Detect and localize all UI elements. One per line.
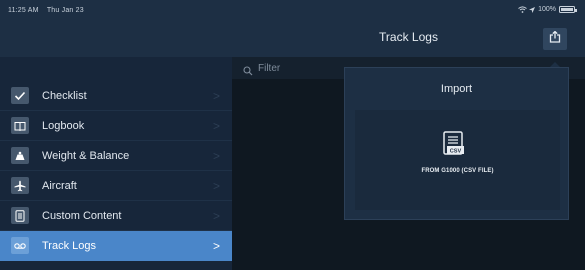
chevron-right-icon: > xyxy=(213,239,221,253)
battery-percent: 100% xyxy=(538,6,556,13)
share-icon xyxy=(549,30,561,48)
csv-file-icon: CSV xyxy=(443,131,465,157)
import-option-label: FROM G1000 (CSV FILE) xyxy=(421,168,494,174)
share-button[interactable] xyxy=(543,28,567,50)
sidebar-item-weight-balance[interactable]: Weight & Balance > xyxy=(0,141,232,171)
screen: 11:25 AM Thu Jan 23 100% Track Logs Chec… xyxy=(0,0,585,270)
sidebar-item-track-logs[interactable]: Track Logs > xyxy=(0,231,232,261)
sidebar-item-logbook[interactable]: Logbook > xyxy=(0,111,232,141)
search-icon xyxy=(243,63,253,81)
status-left: 11:25 AM Thu Jan 23 xyxy=(8,7,84,14)
import-from-g1000-button[interactable]: CSV FROM G1000 (CSV FILE) xyxy=(355,110,560,210)
track-icon xyxy=(11,237,29,254)
status-date: Thu Jan 23 xyxy=(46,7,84,14)
sidebar-item-aircraft[interactable]: Aircraft > xyxy=(0,171,232,201)
sidebar-item-label: Aircraft xyxy=(42,180,77,192)
nav-bar: Track Logs xyxy=(0,20,585,57)
airplane-icon xyxy=(11,177,29,194)
page-title: Track Logs xyxy=(379,30,438,44)
status-bar: 11:25 AM Thu Jan 23 100% xyxy=(0,0,585,20)
status-time: 11:25 AM xyxy=(8,7,39,14)
book-icon xyxy=(11,117,29,134)
document-icon xyxy=(11,207,29,224)
sidebar: Checklist > Logbook > Weight & Balance > xyxy=(0,57,232,270)
sidebar-item-label: Track Logs xyxy=(42,240,97,252)
chevron-right-icon: > xyxy=(213,89,221,103)
popover-title: Import xyxy=(440,82,473,95)
sidebar-item-label: Checklist xyxy=(42,90,87,102)
chevron-right-icon: > xyxy=(213,119,221,133)
chevron-right-icon: > xyxy=(213,209,221,223)
battery-icon xyxy=(559,6,577,13)
chevron-right-icon: > xyxy=(213,179,221,193)
checkmark-icon xyxy=(11,87,29,104)
wifi-icon xyxy=(518,6,527,13)
sidebar-item-label: Logbook xyxy=(42,120,85,132)
scale-icon xyxy=(11,147,29,164)
sidebar-item-custom-content[interactable]: Custom Content > xyxy=(0,201,232,231)
csv-badge-text: CSV xyxy=(450,148,462,154)
import-popover: Import CSV FROM G1000 (CSV FILE) xyxy=(344,67,569,220)
location-arrow-icon xyxy=(529,6,536,13)
chevron-right-icon: > xyxy=(213,149,221,163)
sidebar-item-checklist[interactable]: Checklist > xyxy=(0,81,232,111)
status-right: 100% xyxy=(518,6,577,13)
sidebar-item-label: Weight & Balance xyxy=(42,150,130,162)
sidebar-item-label: Custom Content xyxy=(42,210,122,222)
popover-body: CSV FROM G1000 (CSV FILE) xyxy=(355,110,560,210)
